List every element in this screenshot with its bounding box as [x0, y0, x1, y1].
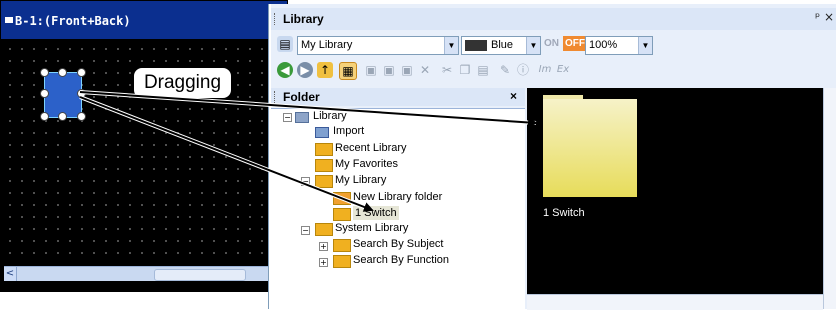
drag-arrows: [79, 90, 538, 212]
arrow-to-tree: [79, 95, 374, 212]
arrow-to-preview: [79, 90, 538, 128]
